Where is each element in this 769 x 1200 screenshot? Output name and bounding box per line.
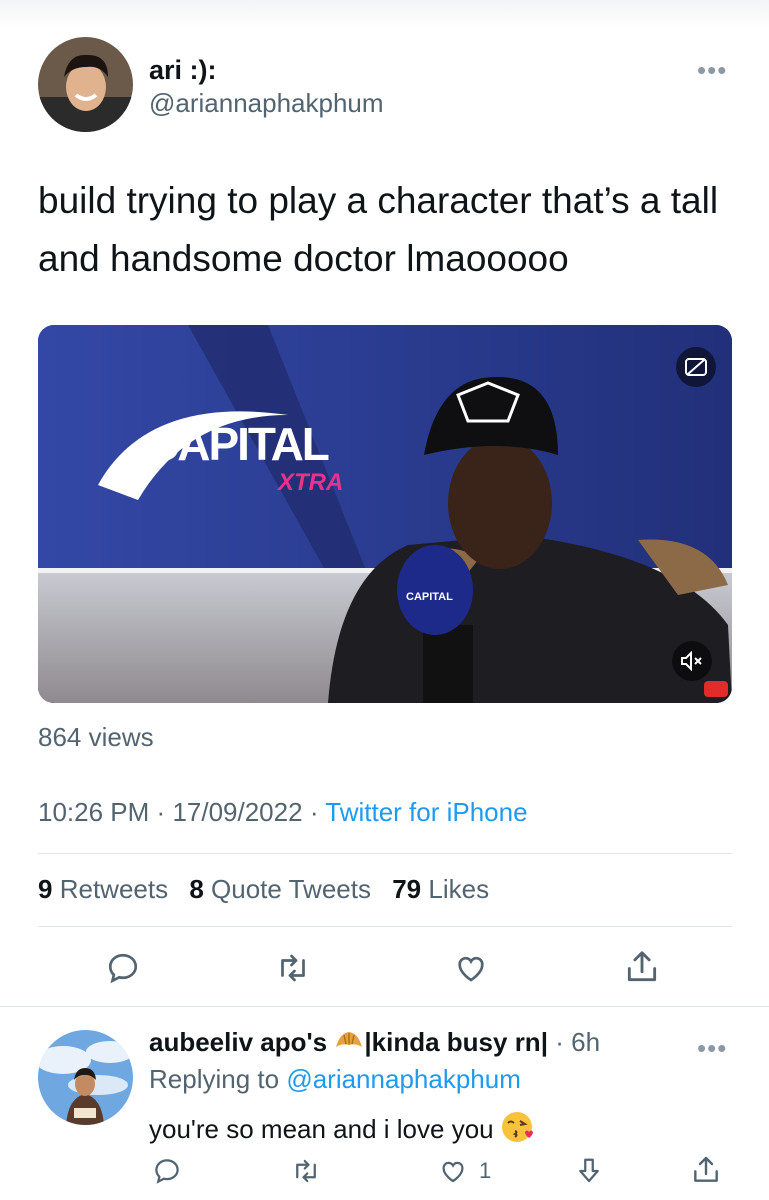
reply-author-name-part1[interactable]: aubeeliv apo's bbox=[149, 1027, 327, 1057]
share-icon bbox=[694, 1156, 718, 1182]
video-frame: CAPITAL CAPITAL XTRA bbox=[38, 325, 732, 703]
captions-icon[interactable] bbox=[676, 347, 716, 387]
separator: · bbox=[309, 797, 319, 827]
unmute-icon[interactable] bbox=[672, 641, 712, 681]
retweets-stat[interactable]: 9 Retweets bbox=[38, 874, 168, 904]
reply-header: aubeeliv apo's |kinda busy rn| · 6h bbox=[149, 1027, 600, 1058]
retweets-label: Retweets bbox=[59, 874, 169, 904]
retweet-button[interactable] bbox=[274, 950, 312, 986]
tweet-date[interactable]: 17/09/2022 bbox=[172, 797, 302, 827]
downvote-icon bbox=[579, 1158, 599, 1183]
reply-retweet-button[interactable] bbox=[290, 1156, 322, 1186]
quotes-count: 8 bbox=[189, 874, 204, 904]
reply-body: you're so mean and i love you bbox=[149, 1114, 494, 1144]
share-button[interactable] bbox=[623, 948, 661, 986]
likes-count: 79 bbox=[392, 874, 422, 904]
tweet-video[interactable]: CAPITAL CAPITAL XTRA bbox=[38, 325, 732, 703]
kissing-face-emoji-icon bbox=[501, 1112, 533, 1142]
reply-like-button[interactable]: 1 bbox=[437, 1156, 491, 1186]
view-count: 864 views bbox=[38, 722, 154, 752]
replying-prefix: Replying to bbox=[149, 1064, 280, 1094]
retweet-icon bbox=[281, 954, 305, 982]
replying-mention-link[interactable]: @ariannaphakphum bbox=[286, 1064, 521, 1094]
retweet-icon bbox=[296, 1159, 316, 1183]
tweet-time[interactable]: 10:26 PM bbox=[38, 797, 149, 827]
reply-reply-button[interactable] bbox=[152, 1156, 182, 1186]
separator: · bbox=[156, 797, 166, 827]
reply-icon bbox=[155, 1159, 179, 1184]
separator: · bbox=[555, 1027, 564, 1057]
like-button[interactable] bbox=[452, 950, 490, 986]
top-fade bbox=[0, 0, 769, 30]
author-name[interactable]: ari :): bbox=[149, 55, 217, 86]
retweets-count: 9 bbox=[38, 874, 53, 904]
likes-label: Likes bbox=[428, 874, 490, 904]
tweet-source-link[interactable]: Twitter for iPhone bbox=[325, 797, 527, 827]
quotes-label: Quote Tweets bbox=[211, 874, 371, 904]
quote-tweets-stat[interactable]: 8 Quote Tweets bbox=[189, 874, 371, 904]
reply-author-avatar[interactable] bbox=[38, 1030, 133, 1125]
mic-label: CAPITAL bbox=[406, 591, 453, 603]
reply-text: you're so mean and i love you bbox=[149, 1110, 534, 1145]
reply-icon bbox=[108, 953, 138, 984]
divider bbox=[0, 1006, 769, 1007]
croissant-emoji-icon bbox=[336, 1032, 363, 1047]
tweet-text: build trying to play a character that’s … bbox=[38, 180, 719, 279]
engagement-stats: 9 Retweets 8 Quote Tweets 79 Likes bbox=[38, 874, 489, 905]
more-options-icon[interactable]: ••• bbox=[697, 57, 727, 83]
reply-share-button[interactable] bbox=[690, 1154, 722, 1186]
author-avatar[interactable] bbox=[38, 37, 133, 132]
reply-more-options-icon[interactable]: ••• bbox=[697, 1035, 727, 1061]
reply-button[interactable] bbox=[105, 950, 141, 986]
replying-to: Replying to @ariannaphakphum bbox=[149, 1064, 521, 1095]
reply-downvote-button[interactable] bbox=[574, 1155, 604, 1187]
like-icon bbox=[458, 956, 484, 982]
reply-author-name-part2[interactable]: |kinda busy rn| bbox=[364, 1027, 548, 1057]
author-handle[interactable]: @ariannaphakphum bbox=[149, 88, 384, 119]
likes-stat[interactable]: 79 Likes bbox=[392, 874, 489, 904]
divider bbox=[38, 853, 732, 854]
share-icon bbox=[627, 951, 657, 982]
divider bbox=[38, 926, 732, 927]
reply-like-count: 1 bbox=[479, 1158, 492, 1183]
reply-time[interactable]: 6h bbox=[571, 1027, 600, 1057]
capital-logo: CAPITAL bbox=[146, 418, 329, 470]
xtra-logo: XTRA bbox=[276, 469, 343, 496]
like-icon bbox=[442, 1161, 464, 1183]
tweet-timestamp: 10:26 PM · 17/09/2022 · Twitter for iPho… bbox=[38, 797, 528, 828]
